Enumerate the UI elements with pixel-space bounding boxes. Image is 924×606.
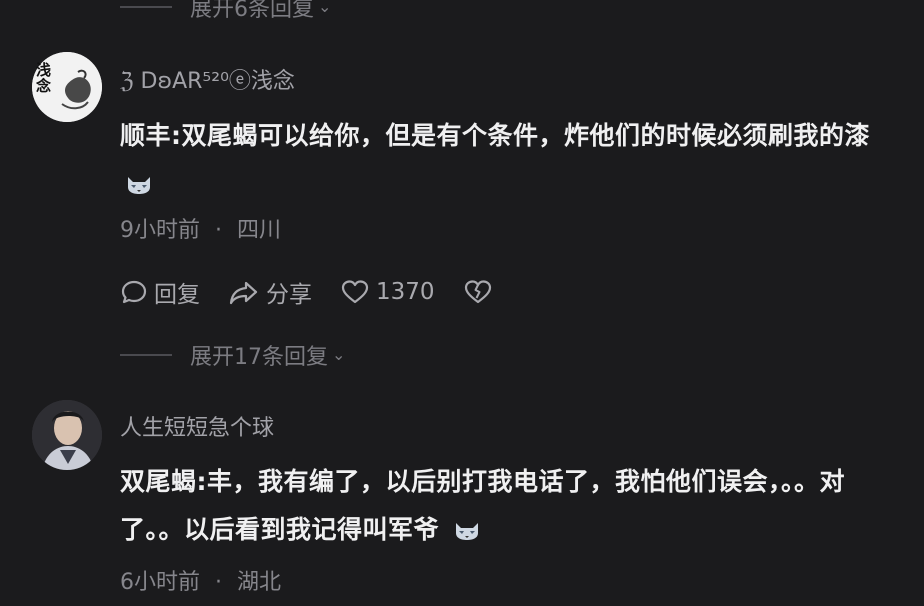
- like-count: 1370: [376, 279, 435, 305]
- dislike-button[interactable]: [463, 278, 499, 306]
- divider-line: [120, 354, 172, 356]
- broken-heart-icon: [464, 280, 491, 304]
- comment-text: 顺丰:双尾蝎可以给你，但是有个条件，炸他们的时候必须刷我的漆: [120, 112, 910, 208]
- share-button[interactable]: 分享: [228, 275, 312, 309]
- share-label: 分享: [266, 282, 312, 308]
- location: 四川: [237, 218, 282, 243]
- comment-meta: 6小时前 · 湖北: [120, 564, 281, 596]
- wolf-emoji-icon: [128, 177, 150, 194]
- expand-replies[interactable]: 展开17条回复 ⌄: [120, 340, 345, 370]
- wolf-emoji-icon: [456, 523, 479, 540]
- meta-separator: ·: [215, 218, 222, 243]
- comment-actions: 回复 分享 1370: [120, 272, 527, 312]
- chevron-down-icon: ⌄: [318, 0, 332, 16]
- reply-button[interactable]: 回复: [120, 275, 200, 309]
- meta-separator: ·: [215, 570, 222, 595]
- comment-meta: 9小时前 · 四川: [120, 212, 281, 244]
- comment-body: 双尾蝎:丰，我有编了，以后别打我电话了，我怕他们误会，。。对了。。以后看到我记得…: [120, 467, 846, 544]
- expand-replies-label: 展开17条回复: [190, 345, 328, 370]
- location: 湖北: [237, 570, 282, 595]
- expand-replies-top[interactable]: 展开6条回复 ⌄: [120, 0, 331, 22]
- like-button[interactable]: 1370: [340, 278, 435, 306]
- avatar[interactable]: [32, 400, 102, 470]
- chevron-down-icon: ⌄: [332, 344, 346, 364]
- username[interactable]: 人生短短急个球: [120, 410, 274, 442]
- speech-bubble-icon: [121, 280, 147, 304]
- username[interactable]: ℨ DʚAR⁵²⁰ⓔ浅念: [120, 63, 295, 95]
- comment-text: 双尾蝎:丰，我有编了，以后别打我电话了，我怕他们误会，。。对了。。以后看到我记得…: [120, 458, 860, 554]
- avatar-photo-icon: [32, 400, 102, 470]
- divider-line: [120, 6, 172, 8]
- timestamp: 6小时前: [120, 570, 200, 595]
- expand-replies-label: 展开6条回复: [190, 0, 314, 22]
- heart-icon: [341, 280, 369, 304]
- reply-label: 回复: [154, 282, 200, 308]
- timestamp: 9小时前: [120, 218, 200, 243]
- comment-body: 顺丰:双尾蝎可以给你，但是有个条件，炸他们的时候必须刷我的漆: [120, 121, 871, 150]
- avatar-calligraphy-text: 浅念: [36, 61, 52, 95]
- share-arrow-icon: [229, 281, 258, 305]
